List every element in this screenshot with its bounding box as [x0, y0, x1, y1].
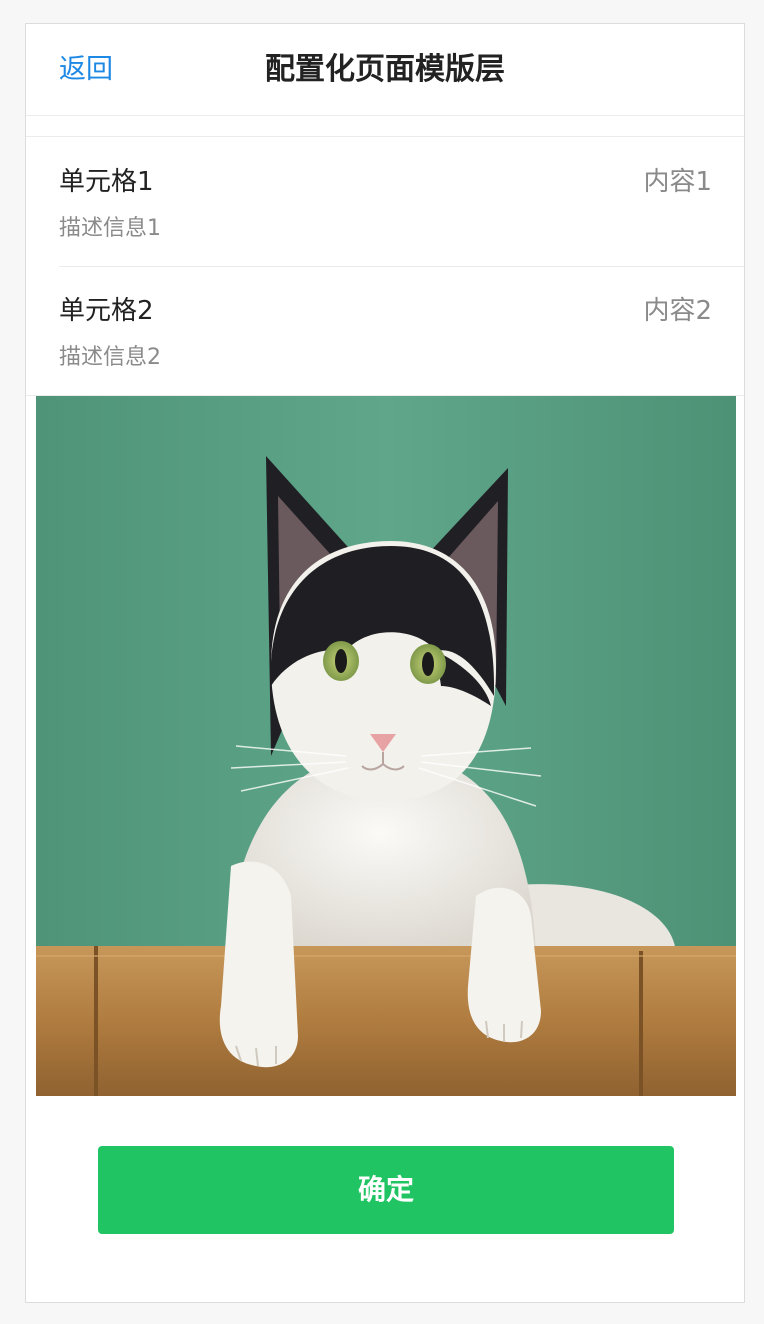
cell-2[interactable]: 单元格2 描述信息2 内容2	[26, 266, 744, 395]
cell-title: 单元格2	[59, 296, 154, 326]
cat-photo	[36, 396, 736, 1096]
cell-1[interactable]: 单元格1 描述信息1 内容1	[26, 137, 744, 266]
cell-list: 单元格1 描述信息1 内容1 单元格2 描述信息2 内容2	[26, 136, 744, 396]
navigation-bar: 返回 配置化页面模版层	[26, 24, 744, 116]
confirm-button[interactable]: 确定	[98, 1146, 674, 1234]
cat-illustration	[36, 396, 736, 1096]
page-frame: 返回 配置化页面模版层 单元格1 描述信息1 内容1 单元格2 描述信息2 内容…	[25, 23, 745, 1303]
cell-value: 内容1	[643, 167, 712, 197]
page-title: 配置化页面模版层	[265, 52, 505, 87]
cell-value: 内容2	[643, 296, 712, 326]
cell-description: 描述信息2	[59, 345, 161, 370]
cell-description: 描述信息1	[59, 216, 161, 241]
cell-title: 单元格1	[59, 167, 154, 197]
